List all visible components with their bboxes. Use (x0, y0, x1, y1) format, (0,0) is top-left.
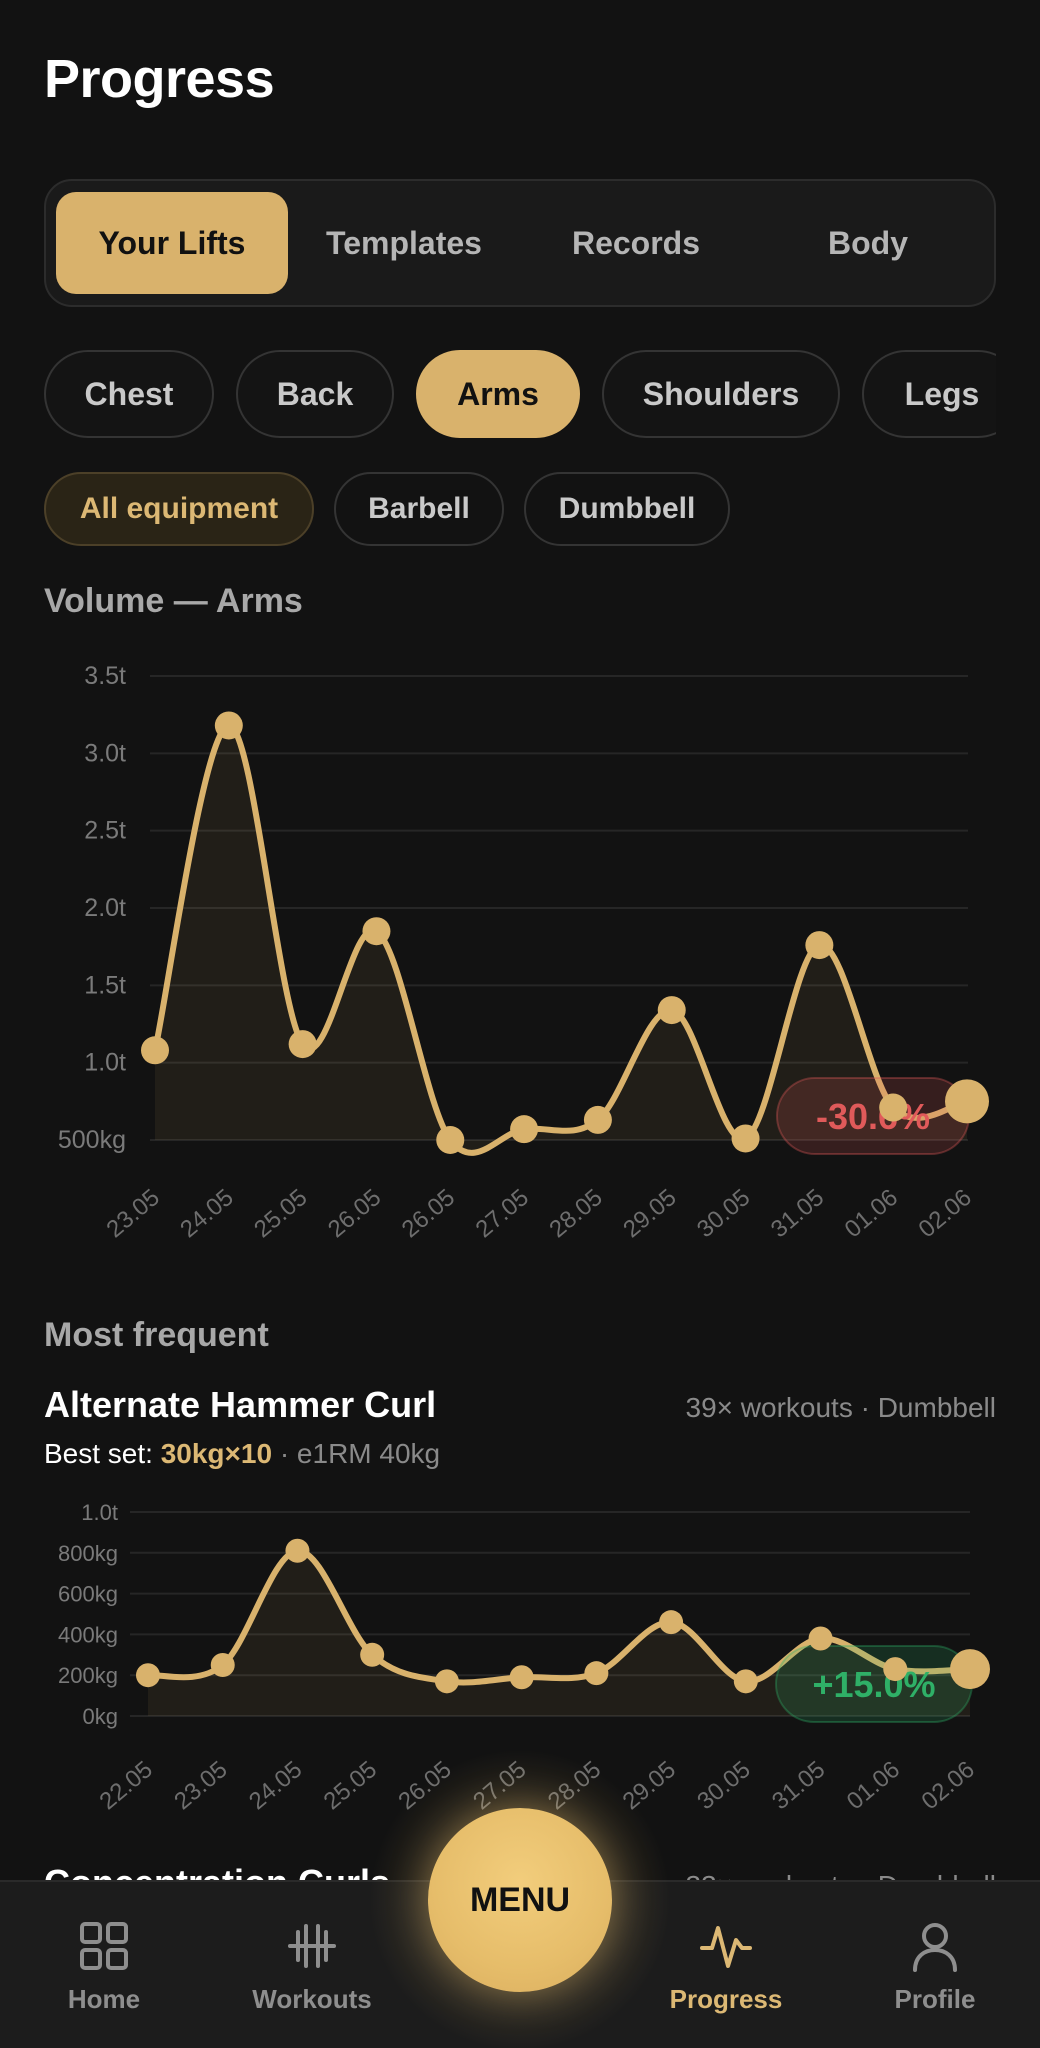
data-point (808, 1626, 833, 1651)
data-point (950, 1649, 990, 1690)
best-set-value: 30kg×10 (160, 1438, 273, 1469)
volume-chart-title: Volume — Arms (44, 582, 303, 620)
x-tick-label: 25.05 (249, 1184, 312, 1243)
x-tick-label: 01.06 (842, 1756, 905, 1815)
nav-progress[interactable]: Progress (646, 1918, 806, 2028)
most-frequent-title: Most frequent (44, 1316, 269, 1354)
nav-home-label: Home (67, 1984, 141, 2014)
y-tick-label: 1.5t (84, 971, 126, 999)
best-set-label: Best set: (44, 1438, 161, 1469)
x-tick-label: 30.05 (692, 1756, 755, 1815)
x-tick-label: 26.05 (397, 1184, 460, 1243)
y-tick-label: 2.5t (84, 817, 126, 845)
y-tick-label: 3.0t (84, 739, 126, 767)
dumbbell-icon (288, 1924, 336, 1968)
chip-all-equipment[interactable]: All equipment (44, 472, 314, 546)
y-tick-label: 600kg (58, 1582, 118, 1607)
data-point (945, 1079, 989, 1124)
x-tick-label: 01.06 (840, 1184, 903, 1243)
x-tick-label: 31.05 (767, 1756, 830, 1815)
muscle-chip-row[interactable]: Chest Back Arms Shoulders Legs (44, 350, 996, 440)
chip-legs[interactable]: Legs (862, 350, 996, 438)
grid-icon (80, 1922, 128, 1970)
x-tick-label: 23.05 (101, 1184, 164, 1243)
data-point (731, 1124, 760, 1153)
x-tick-label: 24.05 (175, 1184, 238, 1243)
data-point (583, 1105, 612, 1134)
best-set: Best set: 30kg×10 · e1RM 40kg (44, 1438, 440, 1470)
data-point (659, 1610, 684, 1635)
nav-profile[interactable]: Profile (855, 1918, 1015, 2028)
change-badge-text: +15.0% (812, 1664, 935, 1705)
y-tick-label: 0kg (83, 1704, 118, 1729)
x-tick-label: 22.05 (94, 1756, 157, 1815)
data-point (510, 1115, 539, 1144)
data-point (657, 996, 686, 1025)
x-tick-label: 27.05 (471, 1184, 534, 1243)
chip-shoulders[interactable]: Shoulders (602, 350, 840, 438)
x-tick-label: 23.05 (169, 1756, 232, 1815)
data-point (436, 1126, 465, 1154)
x-tick-label: 26.05 (323, 1184, 386, 1243)
nav-workouts-label: Workouts (252, 1984, 372, 2014)
data-point (805, 931, 834, 960)
data-point (136, 1663, 160, 1688)
y-tick-label: 500kg (58, 1126, 126, 1154)
data-point (210, 1653, 235, 1677)
tab-templates[interactable]: Templates (288, 192, 520, 294)
page-title: Progress (44, 49, 275, 109)
data-point (883, 1657, 908, 1682)
activity-icon (700, 1926, 752, 1968)
data-point (509, 1665, 534, 1690)
data-point (360, 1642, 385, 1667)
x-tick-label: 02.06 (916, 1756, 979, 1815)
tab-your-lifts[interactable]: Your Lifts (56, 192, 288, 294)
data-point (733, 1669, 758, 1694)
nav-workouts[interactable]: Workouts (232, 1918, 392, 2028)
data-point (141, 1036, 169, 1065)
data-point (214, 711, 243, 740)
x-tick-label: 25.05 (319, 1756, 382, 1815)
chip-barbell[interactable]: Barbell (334, 472, 504, 546)
chip-chest[interactable]: Chest (44, 350, 214, 438)
x-tick-label: 24.05 (244, 1756, 307, 1815)
change-badge-text: -30.6% (816, 1096, 930, 1137)
nav-progress-label: Progress (669, 1984, 783, 2014)
x-tick-label: 31.05 (766, 1184, 829, 1243)
y-tick-label: 400kg (58, 1622, 118, 1647)
menu-button[interactable]: MENU (428, 1808, 612, 1992)
tab-body[interactable]: Body (752, 192, 984, 294)
y-tick-label: 2.0t (84, 894, 126, 922)
x-tick-label: 29.05 (618, 1184, 681, 1243)
chip-back[interactable]: Back (236, 350, 394, 438)
tab-records[interactable]: Records (520, 192, 752, 294)
user-icon (913, 1923, 957, 1972)
data-point (879, 1093, 908, 1122)
exercise-meta: 39× workouts · Dumbbell (685, 1392, 996, 1423)
data-point (288, 1030, 317, 1059)
e1rm-value: · e1RM 40kg (272, 1438, 441, 1469)
nav-profile-label: Profile (894, 1984, 976, 2014)
volume-chart: 500kg 1.0t 1.5t 2.0t 2.5t 3.0t 3.5t -30.6% 23.05… (58, 662, 989, 1243)
data-point (362, 917, 391, 946)
exercise-name[interactable]: Alternate Hammer Curl (44, 1384, 436, 1426)
view-segmented-control: Your Lifts Templates Records Body (44, 179, 996, 307)
data-point (285, 1538, 310, 1563)
x-tick-label: 02.06 (913, 1184, 976, 1243)
chip-dumbbell[interactable]: Dumbbell (524, 472, 730, 546)
y-tick-label: 3.5t (84, 662, 126, 690)
data-point (584, 1661, 609, 1686)
nav-home[interactable]: Home (24, 1918, 184, 2028)
y-tick-label: 1.0t (81, 1500, 118, 1525)
x-tick-label: 30.05 (692, 1184, 755, 1243)
y-tick-label: 1.0t (84, 1049, 126, 1077)
x-tick-label: 28.05 (544, 1184, 607, 1243)
y-tick-label: 800kg (58, 1541, 118, 1566)
chip-arms[interactable]: Arms (416, 350, 580, 438)
data-point (434, 1669, 459, 1694)
y-tick-label: 200kg (58, 1663, 118, 1688)
